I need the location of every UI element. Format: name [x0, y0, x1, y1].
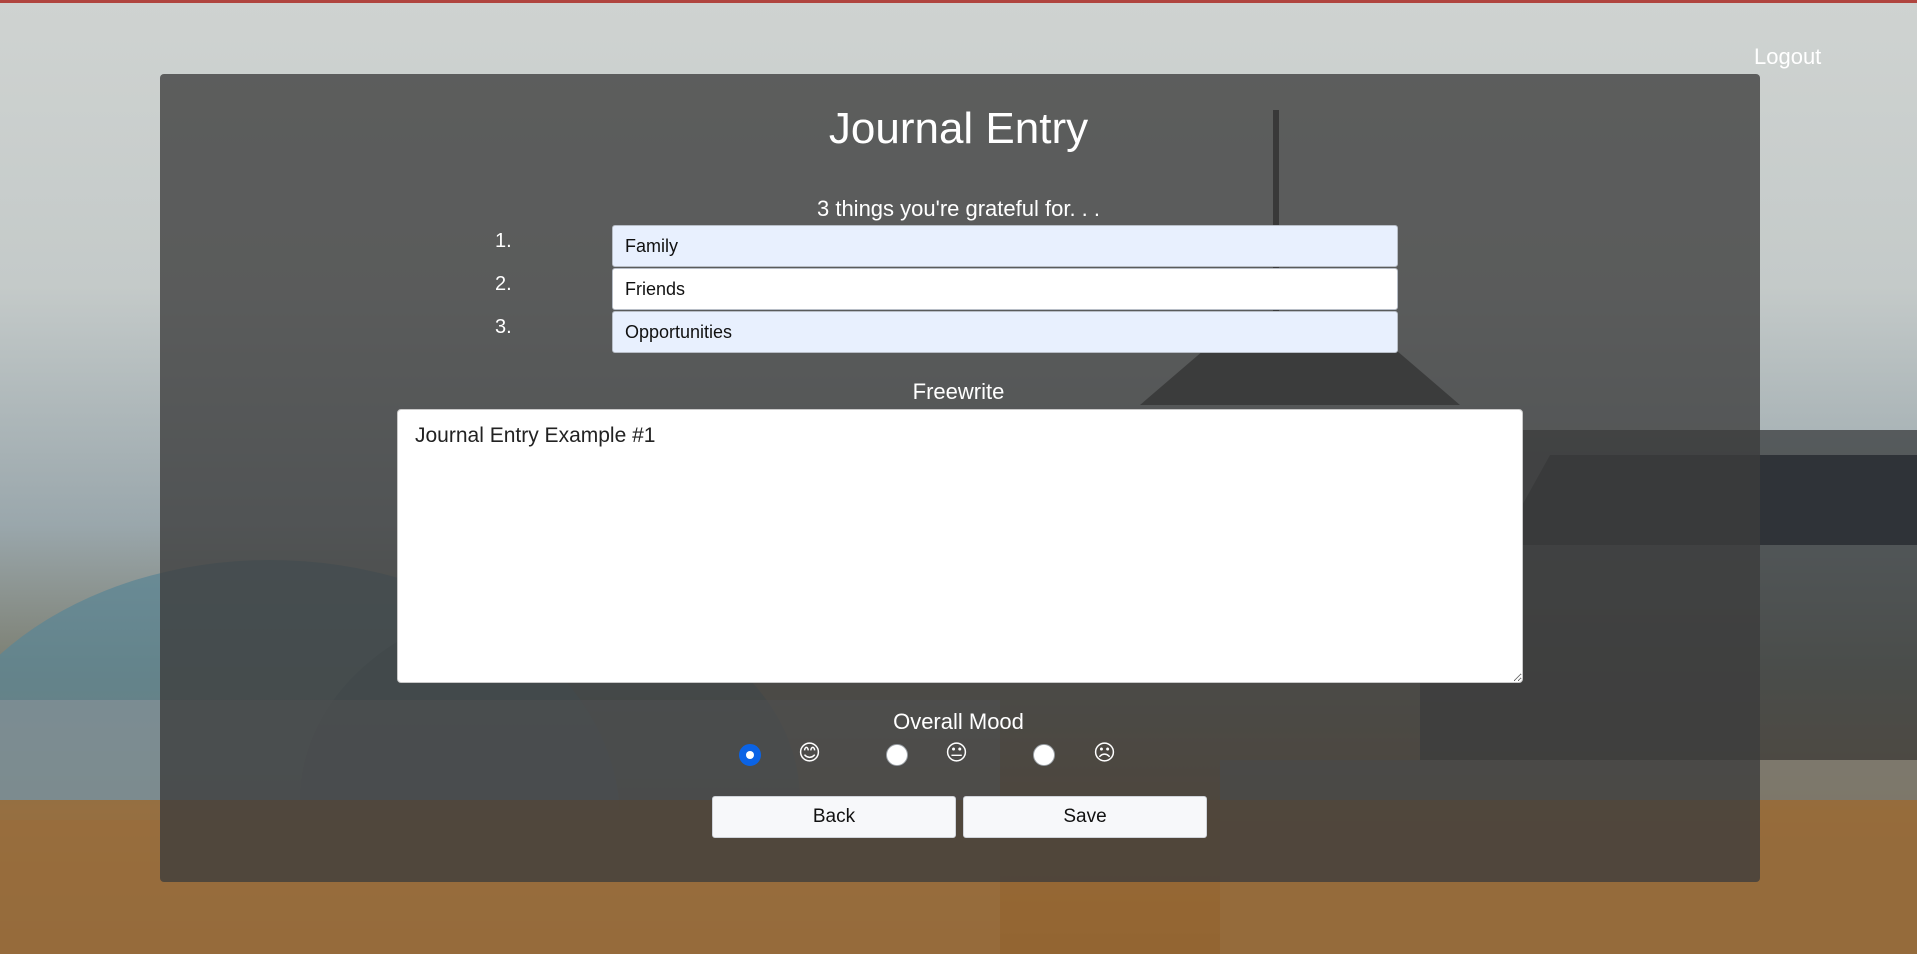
smile-icon: 😊 [798, 741, 821, 766]
neutral-face-icon: 😐 [945, 741, 968, 766]
back-button[interactable]: Back [712, 796, 956, 838]
mood-radio-happy[interactable] [739, 744, 761, 766]
freewrite-textarea[interactable]: Journal Entry Example #1 [397, 409, 1523, 683]
gratitude-input-1[interactable] [612, 225, 1398, 267]
freewrite-label: Freewrite [912, 379, 1005, 404]
mood-radio-neutral[interactable] [886, 744, 908, 766]
gratitude-number-3: 3. [495, 316, 512, 338]
gratitude-input-2[interactable] [612, 268, 1398, 310]
top-border [0, 0, 1917, 3]
logout-link[interactable]: Logout [1754, 44, 1821, 70]
mood-label: Overall Mood [893, 709, 1024, 734]
page-title: Journal Entry [828, 104, 1089, 153]
frown-icon: ☹ [1093, 741, 1116, 766]
gratitude-prompt: 3 things you're grateful for. . . [816, 196, 1101, 221]
gratitude-number-2: 2. [495, 273, 512, 295]
gratitude-number-1: 1. [495, 230, 512, 252]
save-button[interactable]: Save [963, 796, 1207, 838]
mood-radio-sad[interactable] [1033, 744, 1055, 766]
gratitude-input-3[interactable] [612, 311, 1398, 353]
